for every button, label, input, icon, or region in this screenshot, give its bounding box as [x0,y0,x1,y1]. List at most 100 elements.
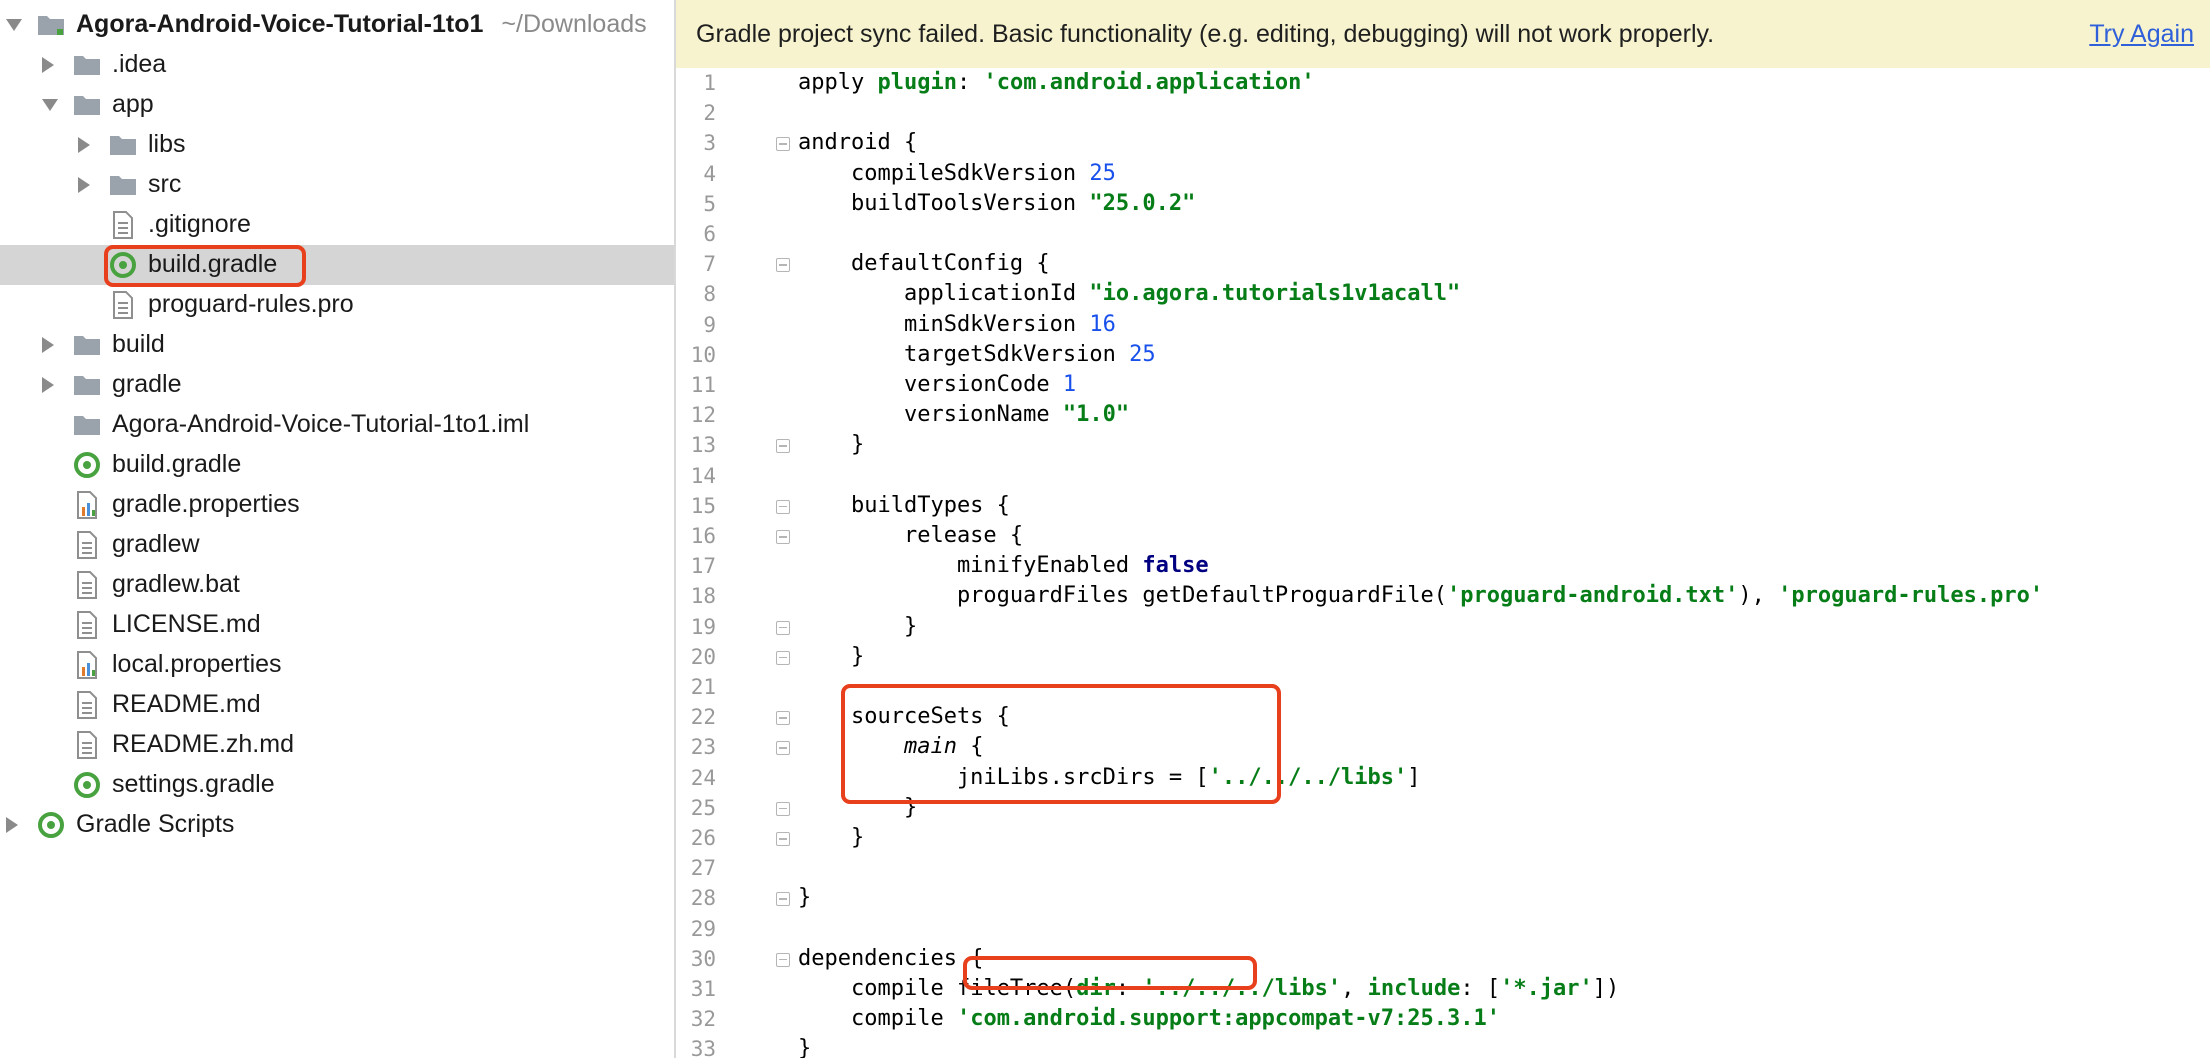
code-token: "25.0.2" [1089,190,1196,216]
tree-item-iml[interactable]: Agora-Android-Voice-Tutorial-1to1.iml [0,405,674,445]
tree-item-license[interactable]: LICENSE.md [0,605,674,645]
tree-item-proguard-rules[interactable]: proguard-rules.pro [0,285,674,325]
code-token: } [798,1036,812,1058]
line-number: 30 [690,946,716,971]
code-token: minSdkVersion [798,311,1090,337]
root-path: ~/Downloads [501,10,647,38]
tree-item-label: gradle [112,370,182,398]
code-line: } [798,1034,811,1058]
tree-item-readme[interactable]: README.md [0,685,674,725]
line-number: 17 [690,554,716,579]
code-line: apply plugin: 'com.android.application' [798,68,1315,98]
fold-marker-icon[interactable] [776,439,790,454]
fold-marker-icon[interactable] [776,741,790,756]
fold-marker-icon[interactable] [776,801,790,816]
tree-item-local-properties[interactable]: local.properties [0,645,674,685]
chevron-right-icon[interactable] [6,817,18,833]
fold-marker-icon[interactable] [776,952,790,967]
code-token: "io.agora.tutorials1v1acall" [1089,281,1461,307]
tree-item-readme-zh[interactable]: README.zh.md [0,725,674,765]
line-number: 4 [703,161,716,186]
tree-item-gradlew[interactable]: gradlew [0,525,674,565]
tree-item-idea[interactable]: .idea [0,45,674,85]
line-number: 21 [690,675,716,699]
tree-root-row[interactable]: Agora-Android-Voice-Tutorial-1to1 ~/Downl… [0,5,674,45]
tree-item-gradlew-bat[interactable]: gradlew.bat [0,565,674,605]
tree-item-src[interactable]: src [0,165,674,205]
fold-marker-icon[interactable] [776,530,790,544]
code-token: } [798,825,865,850]
line-number-gutter: 1 2 3 4 5 6 7 8 9 10 11 12 13 14 15 16 17 18 19 20 21 22 23 24 2… [676,68,770,1058]
code-token: : [ [1460,976,1501,1001]
tree-item-build-gradle[interactable]: build.gradle [0,445,674,485]
tree-item-gradle-scripts[interactable]: Gradle Scripts [0,805,674,845]
tree-item-gradle-properties[interactable]: gradle.properties [0,485,674,525]
chevron-right-icon[interactable] [42,377,54,393]
gradle-icon [72,450,102,480]
tree-item-label: proguard-rules.pro [148,290,354,318]
code-token: compile [798,1006,957,1032]
text-file-icon [108,210,138,240]
tree-item-settings-gradle[interactable]: settings.gradle [0,765,674,805]
sourcesets-highlight [841,684,1281,804]
tree-item-label: app [112,90,154,118]
chevron-right-icon[interactable] [42,337,54,353]
line-number: 29 [690,916,716,941]
fold-marker-icon[interactable] [776,832,790,846]
line-number: 11 [690,373,716,397]
code-line: minSdkVersion 16 [798,310,1116,340]
text-file-icon [72,530,102,560]
chevron-right-icon[interactable] [78,177,90,193]
tree-item-app-build-gradle[interactable]: build.gradle [0,245,674,285]
properties-file-icon [72,490,102,520]
text-file-icon [108,290,138,320]
chevron-down-icon[interactable] [42,99,58,111]
try-again-link[interactable]: Try Again [2089,20,2194,49]
fold-marker-icon[interactable] [776,137,790,152]
code-token: plugin [877,70,957,95]
tree-item-label: LICENSE.md [112,610,261,638]
project-tree-panel: Agora-Android-Voice-Tutorial-1to1 ~/Downl… [0,0,676,1058]
tree-item-app[interactable]: app [0,85,674,125]
code-line: compile 'com.android.support:appcompat-v… [798,1004,1500,1034]
tree-item-label: Gradle Scripts [76,810,235,838]
chevron-right-icon[interactable] [78,137,90,153]
code-token: , [1341,976,1368,1001]
folder-icon [72,50,102,80]
code-token: ] [1407,764,1421,790]
code-token: 1 [1062,372,1077,397]
tree-item-label: Agora-Android-Voice-Tutorial-1to1.iml [112,410,530,438]
build-gradle-highlight [104,245,306,287]
fold-gutter [770,68,792,1058]
line-number: 15 [690,493,716,518]
chevron-right-icon[interactable] [42,57,54,73]
fold-marker-icon[interactable] [776,650,790,665]
line-number: 10 [690,342,716,367]
code-line: targetSdkVersion 25 [798,340,1156,370]
line-number: 7 [703,252,716,277]
code-token: 'proguard-rules.pro' [1778,583,2044,609]
chevron-down-icon[interactable] [6,19,22,31]
line-number: 14 [690,463,716,488]
code-line: compileSdkVersion 25 [798,159,1116,189]
code-token: versionCode [798,372,1063,397]
filetree-highlight [963,956,1257,990]
tree-item-libs[interactable]: libs [0,125,674,165]
code-editor[interactable]: 1 2 3 4 5 6 7 8 9 10 11 12 13 14 15 16 17 18 19 20 21 22 23 24 2… [676,68,2210,1058]
fold-marker-icon[interactable] [776,892,790,907]
folder-icon [72,370,102,400]
tree-item-label: README.zh.md [112,730,294,758]
line-number: 12 [690,403,716,428]
tree-item-gradle-folder[interactable]: gradle [0,365,674,405]
fold-marker-icon[interactable] [776,711,790,726]
fold-marker-icon[interactable] [776,258,790,273]
tree-item-label: .idea [112,50,167,78]
fold-marker-icon[interactable] [776,499,790,514]
tree-item-gitignore[interactable]: .gitignore [0,205,674,245]
fold-marker-icon[interactable] [776,620,790,635]
line-number: 32 [690,1007,716,1032]
module-folder-icon [72,90,102,120]
code-token: 25 [1089,160,1116,186]
tree-item-label: local.properties [112,650,282,678]
tree-item-build[interactable]: build [0,325,674,365]
